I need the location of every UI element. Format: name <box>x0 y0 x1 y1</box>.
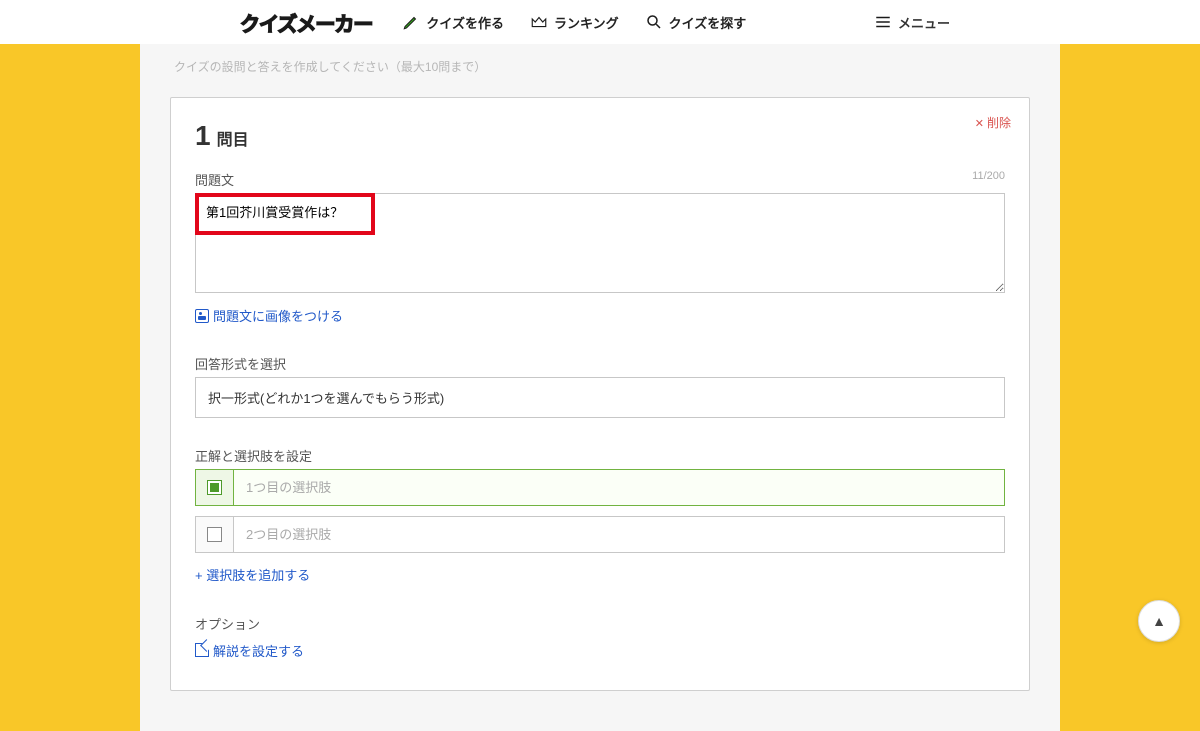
menu-button[interactable]: メニュー <box>874 13 950 32</box>
choice-1-input[interactable] <box>233 469 1005 506</box>
header: クイズメーカー クイズを作る ランキング クイズを探す メニュー <box>0 0 1200 44</box>
nav-search-label: クイズを探す <box>669 13 747 32</box>
add-image-label: 問題文に画像をつける <box>213 306 343 325</box>
answer-format-select[interactable]: 択一形式(どれか1つを選んでもらう形式) <box>195 377 1005 418</box>
crown-icon <box>530 13 548 31</box>
choices-label: 正解と選択肢を設定 <box>195 446 312 465</box>
nav-search-quiz[interactable]: クイズを探す <box>645 13 747 32</box>
search-icon <box>645 13 663 31</box>
choice-row-1 <box>195 469 1005 506</box>
question-textarea-wrap <box>195 193 1005 296</box>
scroll-top-button[interactable]: ▲ <box>1138 600 1180 642</box>
checkbox-icon <box>207 480 222 495</box>
question-text-label: 問題文 <box>195 170 234 189</box>
nav-ranking-label: ランキング <box>554 13 619 32</box>
char-counter: 11/200 <box>972 170 1005 189</box>
set-explanation-link[interactable]: 解説を設定する <box>195 641 304 660</box>
logo[interactable]: クイズメーカー <box>240 8 372 37</box>
checkbox-icon <box>207 527 222 542</box>
nav-create-quiz[interactable]: クイズを作る <box>402 13 504 32</box>
choice-1-correct-toggle[interactable] <box>195 469 233 506</box>
page-background: クイズの設問と答えを作成してください（最大10問まで） 削除 1 問目 問題文 … <box>0 44 1200 731</box>
options-label: オプション <box>195 614 1005 633</box>
menu-label: メニュー <box>898 13 950 32</box>
set-explanation-label: 解説を設定する <box>213 641 304 660</box>
add-image-link[interactable]: 問題文に画像をつける <box>195 306 343 325</box>
image-icon <box>195 309 209 323</box>
edit-icon <box>195 643 209 657</box>
hamburger-icon <box>874 13 892 31</box>
question-number: 1 <box>195 120 211 152</box>
question-heading: 1 問目 <box>195 120 1005 152</box>
nav-create-label: クイズを作る <box>426 13 504 32</box>
question-text-label-row: 問題文 11/200 <box>195 170 1005 189</box>
choice-2-input[interactable] <box>233 516 1005 553</box>
answer-format-label: 回答形式を選択 <box>195 354 286 373</box>
choice-row-2 <box>195 516 1005 553</box>
pencil-icon <box>402 13 420 31</box>
primary-nav: クイズを作る ランキング クイズを探す <box>402 13 746 32</box>
add-choice-button[interactable]: + 選択肢を追加する <box>195 565 310 584</box>
delete-question-button[interactable]: 削除 <box>975 114 1011 131</box>
choice-2-correct-toggle[interactable] <box>195 516 233 553</box>
content-column: クイズの設問と答えを作成してください（最大10問まで） 削除 1 問目 問題文 … <box>140 44 1060 731</box>
chevron-up-icon: ▲ <box>1152 613 1166 629</box>
question-card: 削除 1 問目 問題文 11/200 問題文に画像をつける <box>170 97 1030 691</box>
instruction-text: クイズの設問と答えを作成してください（最大10問まで） <box>174 58 1030 75</box>
question-text-input[interactable] <box>195 193 1005 293</box>
question-number-suffix: 問目 <box>217 126 249 150</box>
nav-ranking[interactable]: ランキング <box>530 13 619 32</box>
